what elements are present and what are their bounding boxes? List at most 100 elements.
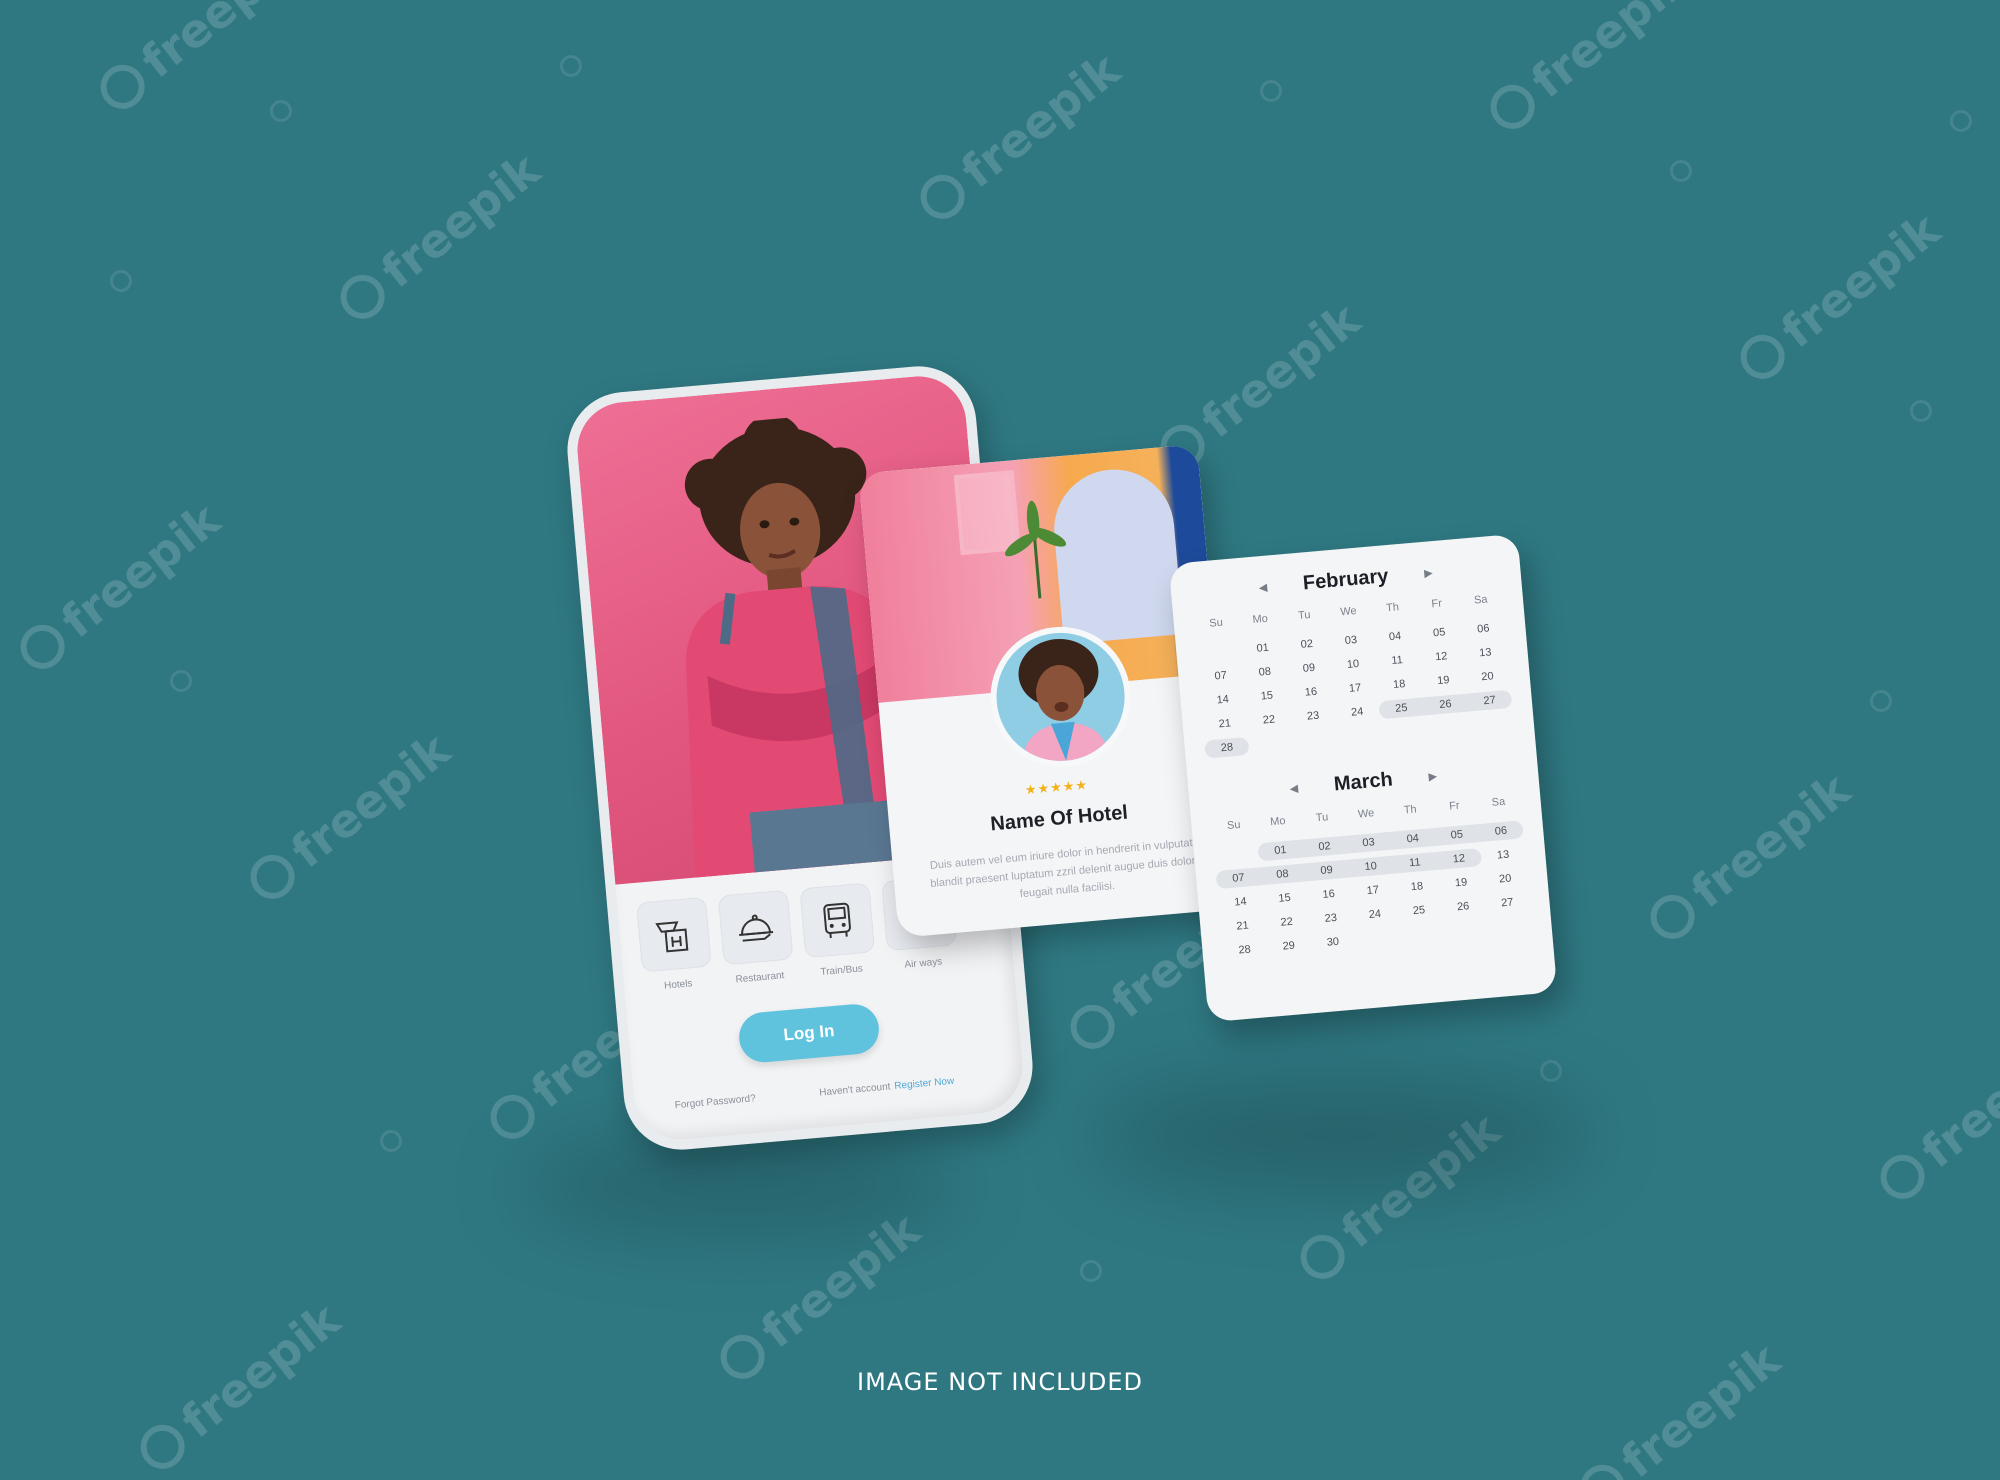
- calendar-day[interactable]: 29: [1266, 935, 1312, 957]
- calendar-day[interactable]: 23: [1290, 705, 1336, 727]
- calendar-day[interactable]: 08: [1259, 863, 1306, 886]
- calendar-day[interactable]: 26: [1440, 896, 1486, 918]
- calendar-day[interactable]: 14: [1200, 689, 1246, 711]
- calendar-day[interactable]: 14: [1218, 891, 1264, 913]
- category-train-bus[interactable]: Train/Bus: [798, 882, 878, 979]
- calendar-day[interactable]: 20: [1482, 868, 1528, 890]
- no-account-text: Haven't account: [818, 1081, 891, 1099]
- calendar-day[interactable]: 04: [1389, 827, 1436, 850]
- calendar-day[interactable]: 12: [1436, 848, 1482, 870]
- calendar-day[interactable]: 13: [1463, 642, 1509, 664]
- calendar-day[interactable]: 22: [1246, 709, 1292, 731]
- calendar-day[interactable]: 03: [1345, 831, 1392, 854]
- hotel-icon: [636, 896, 712, 973]
- calendar-day[interactable]: 05: [1416, 622, 1462, 644]
- watermark-dot-icon: [1670, 160, 1692, 182]
- calendar-day[interactable]: 01: [1240, 637, 1286, 659]
- category-label: Hotels: [663, 978, 693, 992]
- weekday-label: Fr: [1430, 597, 1443, 611]
- calendar-day[interactable]: 16: [1288, 681, 1334, 703]
- prev-month-arrow-icon[interactable]: ◀: [1258, 581, 1267, 595]
- freepik-logo-icon: [331, 265, 394, 328]
- calendar-day[interactable]: 19: [1438, 872, 1484, 894]
- calendar-day[interactable]: 22: [1264, 911, 1310, 933]
- calendar-day[interactable]: 25: [1378, 697, 1425, 720]
- calendar-day[interactable]: 16: [1306, 884, 1352, 906]
- calendar-day[interactable]: 06: [1478, 820, 1524, 843]
- calendar-grid: Su Mo Tu We Th Fr Sa 01 02 03 04 05 06 07 08 09 10 11 12 13…: [1211, 794, 1532, 960]
- calendar-day[interactable]: 25: [1396, 900, 1442, 922]
- watermark-dot-icon: [1910, 400, 1932, 422]
- calendar-day[interactable]: 26: [1422, 693, 1469, 716]
- calendar-day[interactable]: 21: [1202, 713, 1248, 735]
- calendar-day[interactable]: 11: [1374, 650, 1420, 672]
- bus-icon: [799, 882, 876, 959]
- forgot-password-link[interactable]: Forgot Password?: [674, 1093, 756, 1111]
- category-hotels[interactable]: Hotels: [635, 896, 715, 994]
- weekday-label: Th: [1403, 803, 1418, 817]
- calendar-empty-cell: [1213, 843, 1259, 865]
- calendar-day[interactable]: 03: [1328, 630, 1374, 652]
- freepik-logo-icon: [1061, 995, 1124, 1058]
- calendar-day[interactable]: 02: [1284, 633, 1330, 655]
- calendar-day[interactable]: 18: [1394, 876, 1440, 898]
- calendar-day[interactable]: 07: [1215, 867, 1262, 890]
- login-button[interactable]: Log In: [737, 1002, 881, 1065]
- calendar-day[interactable]: 20: [1465, 666, 1511, 688]
- calendar-day[interactable]: 07: [1198, 665, 1244, 687]
- calendar-day[interactable]: 10: [1347, 855, 1394, 878]
- calendar-day[interactable]: 06: [1460, 618, 1506, 640]
- calendar-day[interactable]: 19: [1421, 670, 1467, 692]
- watermark: freepik: [909, 42, 1130, 231]
- calendar-day[interactable]: 05: [1434, 824, 1480, 846]
- calendar-day[interactable]: 10: [1330, 654, 1376, 676]
- calendar-day[interactable]: 17: [1332, 677, 1378, 699]
- watermark-dot-icon: [1080, 1260, 1102, 1282]
- prev-month-arrow-icon[interactable]: ◀: [1289, 782, 1298, 796]
- calendar-day[interactable]: 01: [1257, 839, 1304, 862]
- calendar-month-march: ◀ March ▶ Su Mo Tu We Th Fr Sa 01 02 03 04 05 06 07 08…: [1208, 758, 1532, 961]
- calendar-day[interactable]: 28: [1204, 736, 1250, 759]
- freepik-logo-icon: [131, 1415, 194, 1478]
- calendar-day[interactable]: 15: [1262, 887, 1308, 909]
- watermark: freepik: [709, 1202, 930, 1391]
- calendar-day[interactable]: 24: [1334, 701, 1380, 723]
- calendar-day[interactable]: 12: [1418, 646, 1464, 668]
- calendar-day[interactable]: 23: [1308, 907, 1354, 929]
- calendar-day[interactable]: 30: [1310, 931, 1356, 953]
- watermark-dot-icon: [560, 55, 582, 77]
- mockup-scene: freepik freepik freepik freepik freepik …: [0, 0, 2000, 1480]
- calendar-day[interactable]: 18: [1376, 674, 1422, 696]
- watermark-dot-icon: [1260, 80, 1282, 102]
- next-month-arrow-icon[interactable]: ▶: [1424, 566, 1433, 580]
- watermark-text: freepik: [131, 0, 310, 89]
- calendar-day[interactable]: 27: [1484, 892, 1530, 914]
- calendar-day[interactable]: 02: [1301, 835, 1348, 858]
- watermark: freepik: [1639, 762, 1860, 951]
- weekday-label: Mo: [1252, 612, 1269, 626]
- calendar-day[interactable]: 28: [1222, 939, 1268, 961]
- calendar-day[interactable]: 15: [1244, 685, 1290, 707]
- watermark: freepik: [1569, 1332, 1790, 1480]
- register-now-link[interactable]: Register Now: [894, 1076, 955, 1092]
- weekday-label: We: [1339, 604, 1358, 619]
- calendar-day[interactable]: 27: [1466, 689, 1513, 712]
- month-title: February: [1302, 565, 1390, 595]
- watermark: freepik: [239, 722, 460, 911]
- next-month-arrow-icon[interactable]: ▶: [1428, 770, 1437, 784]
- calendar-day[interactable]: 13: [1480, 844, 1526, 866]
- calendar-day[interactable]: 17: [1350, 880, 1396, 902]
- freepik-logo-icon: [481, 1085, 544, 1148]
- month-title: March: [1333, 768, 1394, 796]
- calendar-day[interactable]: 09: [1303, 859, 1350, 882]
- watermark-dot-icon: [110, 270, 132, 292]
- calendar-day[interactable]: 08: [1242, 661, 1288, 683]
- freepik-logo-icon: [1871, 1145, 1934, 1208]
- calendar-day[interactable]: 11: [1392, 851, 1438, 874]
- category-restaurant[interactable]: Restaurant: [717, 889, 797, 987]
- calendar-day[interactable]: 09: [1286, 657, 1332, 679]
- calendar-day[interactable]: 24: [1352, 904, 1398, 926]
- calendar-empty-cell: [1196, 641, 1242, 663]
- calendar-day[interactable]: 04: [1372, 626, 1418, 648]
- calendar-day[interactable]: 21: [1220, 915, 1266, 937]
